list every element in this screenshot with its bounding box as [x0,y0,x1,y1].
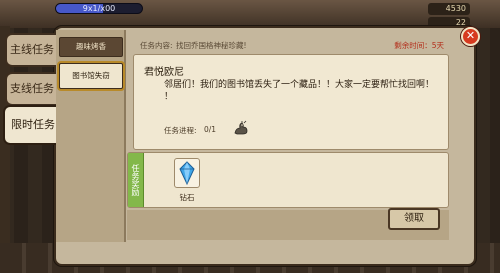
hp-text: 9x1/x00 [82,4,116,13]
npc-name: 君悦欧尼 [144,67,184,78]
tab-limited-quest[interactable]: 限时任务 [3,105,61,145]
reward-item-slot[interactable] [174,158,200,188]
tab-main-quest[interactable]: 主线任务 [5,33,57,67]
coin-counter: 4530 [428,3,470,15]
tab-branch-quest[interactable]: 支线任务 [5,72,57,106]
quest-content-label: 任务内容: [140,41,173,50]
quest-dialog-line-1: 邻居们！我们的图书馆丢失了一个藏品！！大家一定要帮忙找回啊！ [164,80,435,90]
close-button[interactable]: ✕ [461,27,480,46]
quest-list-item-library-theft[interactable]: 图书馆失窃 [59,63,123,89]
claim-button[interactable]: 领取 [388,208,440,230]
close-icon: ✕ [465,29,476,42]
reward-item-name: 钻石 [179,193,195,202]
reward-label: 任务奖励 [128,153,144,207]
quest-dialog: 邻居们！我们的图书馆丢失了一个藏品！！大家一定要帮忙找回啊！ ！ [164,79,434,103]
progress-label: 任务进程: [164,126,197,135]
diamond-icon [179,161,195,186]
dragon-figurine-icon [234,120,248,135]
remaining-time: 剩余时间：5天 [394,41,444,50]
quest-content-value: 找回乔国格神秘珍藏! [176,41,247,50]
hp-bar: 9x1/x00 [55,3,143,14]
quest-header: 任务内容: 找回乔国格神秘珍藏! 剩余时间：5天 [130,37,460,53]
quest-list-item-fun-bake[interactable]: 趣味烤香 [59,37,123,57]
quest-dialog-line-2: ！ [164,92,174,102]
quest-list: 趣味烤香 图书馆失窃 [56,30,126,242]
progress-value: 0/1 [204,125,217,134]
quest-description-panel: 君悦欧尼 邻居们！我们的图书馆丢失了一个藏品！！大家一定要帮忙找回啊！ ！ 任务… [133,54,449,150]
reward-panel: 任务奖励 钻石 [127,152,449,208]
